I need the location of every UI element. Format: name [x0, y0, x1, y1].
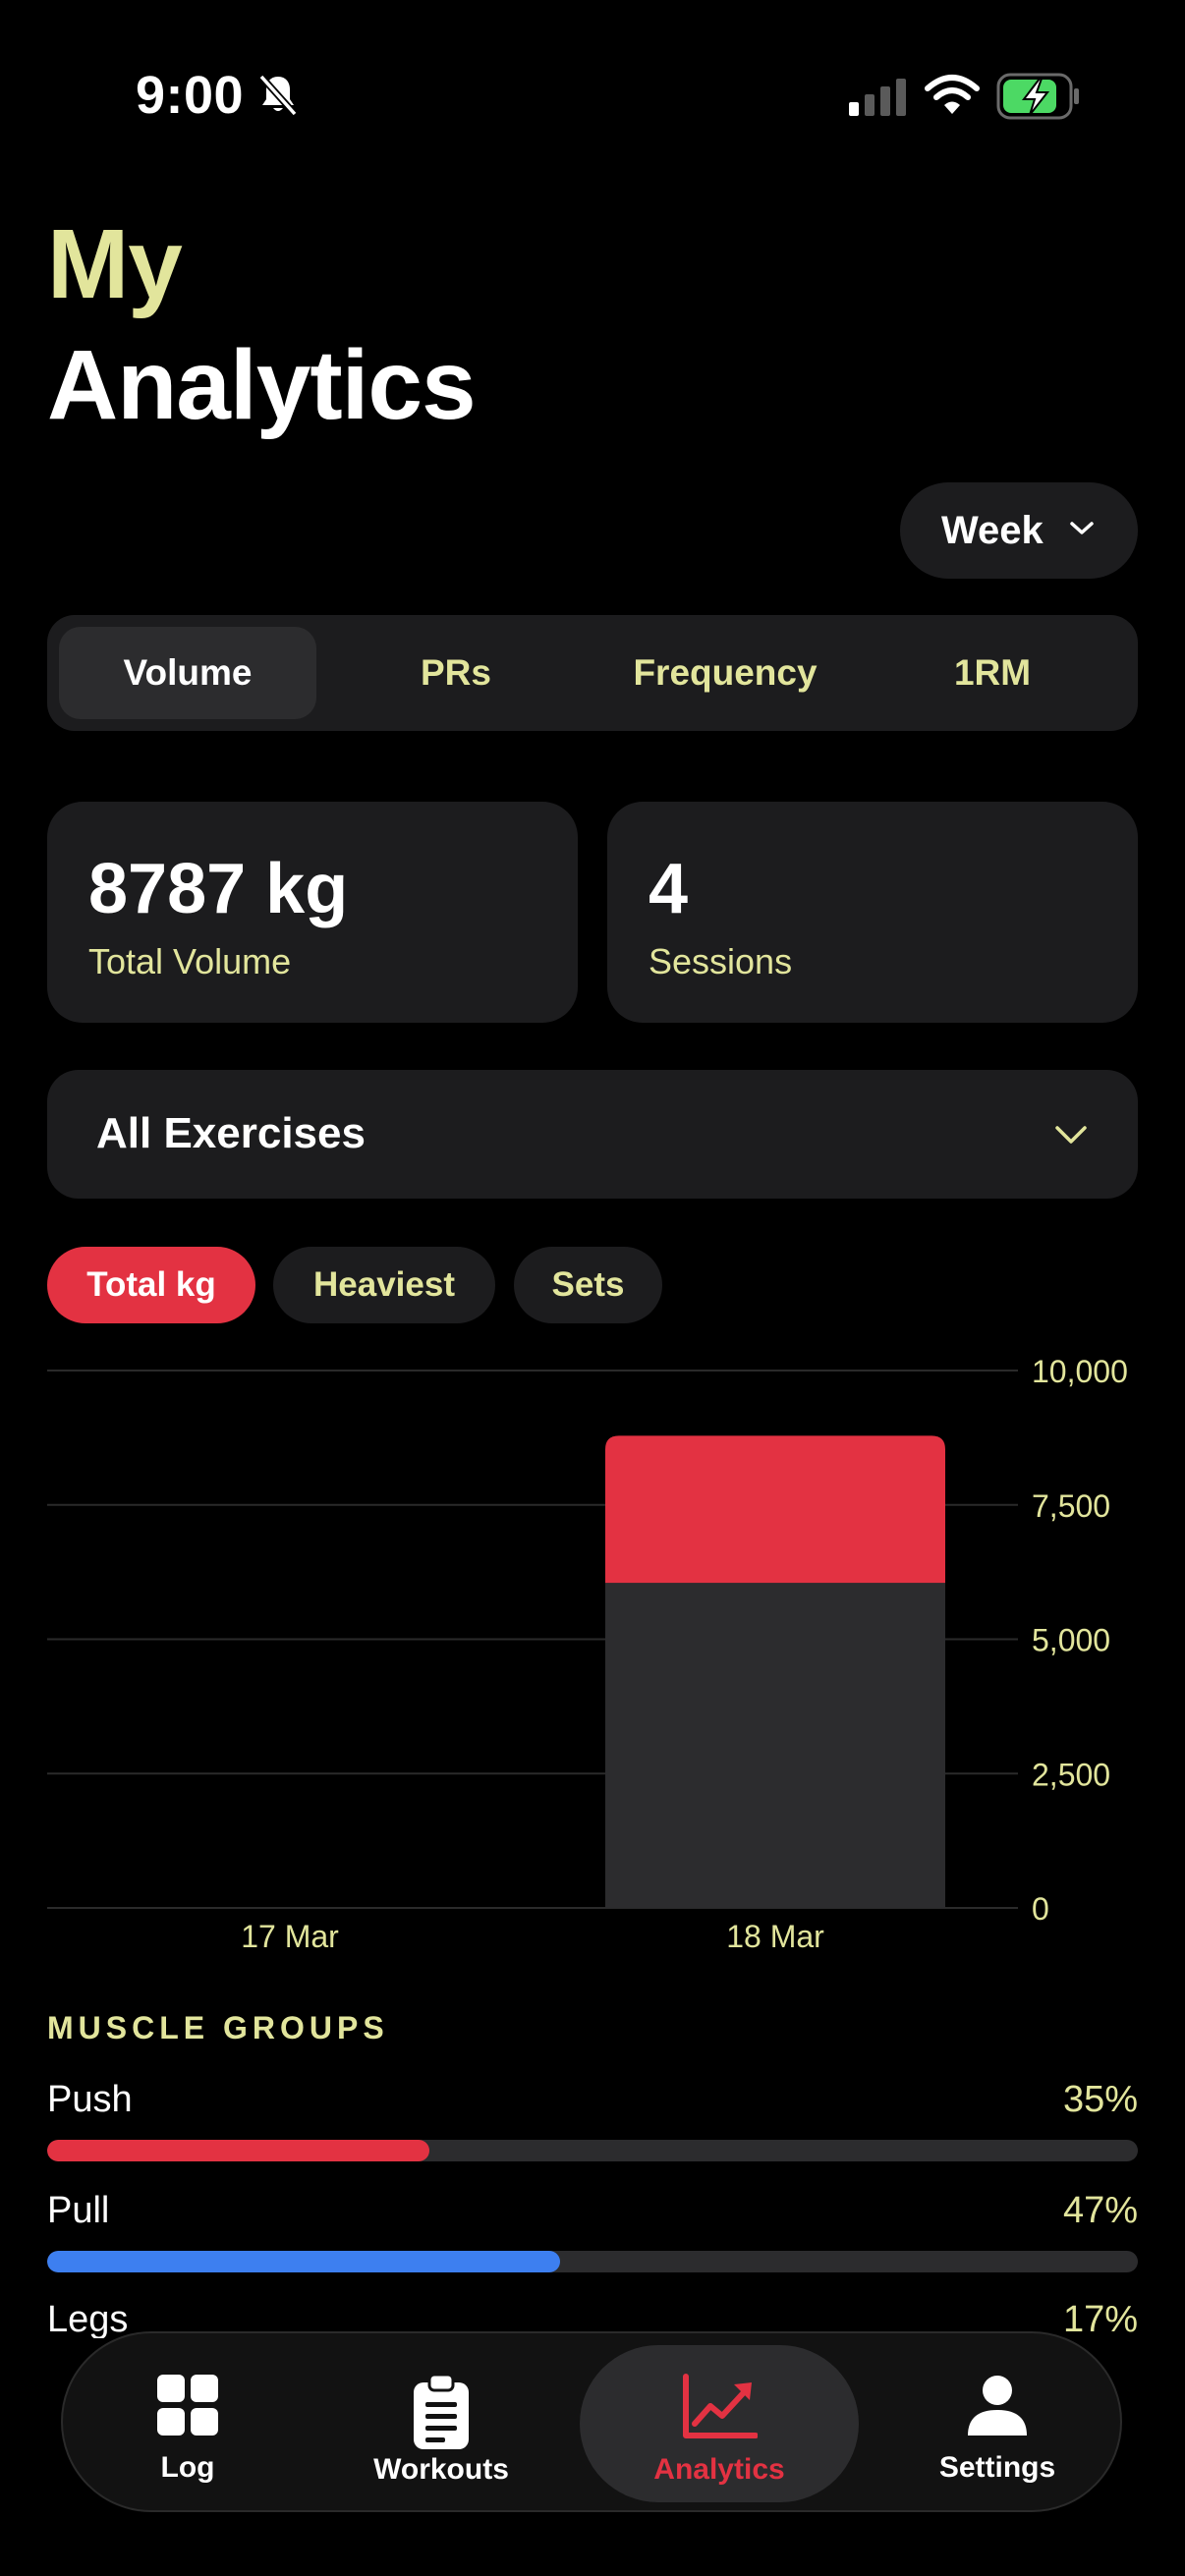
tab-bar-label: Log	[160, 2451, 215, 2484]
battery-charging-icon	[996, 73, 1079, 120]
muscle-group-name: Pull	[47, 2190, 110, 2231]
muscle-group-name: Push	[47, 2079, 133, 2120]
page-title-line1: My	[47, 209, 183, 319]
total-volume-caption: Total Volume	[88, 941, 292, 981]
chart-bar-segment	[605, 1583, 945, 1908]
page-title-line2: Analytics	[47, 330, 477, 440]
muscle-group-percent: 17%	[1062, 2299, 1138, 2340]
period-dropdown[interactable]: Week	[900, 482, 1138, 579]
muscle-group-bar-fill	[47, 2140, 429, 2161]
tab-frequency[interactable]: Frequency	[595, 627, 855, 719]
period-dropdown-label: Week	[941, 508, 1044, 552]
sessions-caption: Sessions	[649, 941, 793, 981]
chart-line-icon	[683, 2374, 758, 2438]
muscle-group-bar-track	[47, 2140, 1138, 2161]
chart-y-tick-label: 2,500	[1032, 1757, 1110, 1792]
wifi-icon	[925, 75, 980, 114]
bell-slash-icon	[258, 74, 298, 117]
tab-bar-label: Workouts	[373, 2453, 509, 2486]
chevron-down-icon	[1055, 1126, 1087, 1144]
bottom-tab-bar: Log Workouts Analytics Settings	[61, 2331, 1122, 2512]
chart-bar-segment	[605, 1435, 945, 1584]
muscle-groups-heading: MUSCLE GROUPS	[47, 2010, 389, 2045]
chart-y-tick-label: 5,000	[1032, 1623, 1110, 1658]
person-icon	[968, 2376, 1027, 2436]
chart-x-tick-label: 17 Mar	[241, 1919, 339, 1954]
chip-sets[interactable]: Sets	[514, 1247, 662, 1323]
exercise-filter-label: All Exercises	[96, 1109, 366, 1157]
tab-bar-settings[interactable]: Settings	[892, 2345, 1102, 2502]
chart-x-tick-label: 18 Mar	[726, 1919, 824, 1954]
chart-y-tick-label: 7,500	[1032, 1488, 1110, 1524]
tab-bar-log[interactable]: Log	[83, 2345, 293, 2502]
muscle-group-row: Push 35%	[47, 2079, 1138, 2167]
tab-bar-workouts[interactable]: Workouts	[336, 2345, 546, 2502]
tab-bar-analytics[interactable]: Analytics	[580, 2345, 859, 2502]
sessions-value: 4	[649, 850, 689, 928]
chart-y-tick-label: 0	[1032, 1891, 1049, 1927]
muscle-group-row: Pull 47%	[47, 2190, 1138, 2278]
chevron-down-icon	[1070, 522, 1094, 534]
sessions-card: 4 Sessions	[607, 802, 1138, 1023]
chart-y-tick-label: 10,000	[1032, 1354, 1128, 1389]
total-volume-card: 8787 kg Total Volume	[47, 802, 578, 1023]
muscle-group-percent: 47%	[1062, 2190, 1138, 2231]
status-bar: 9:00	[0, 0, 1185, 187]
muscle-group-bar-fill	[47, 2251, 560, 2272]
tab-bar-label: Analytics	[653, 2453, 785, 2486]
tab-prs[interactable]: PRs	[367, 627, 544, 719]
cellular-signal-icon	[849, 79, 906, 116]
volume-bar-chart: 10,000 7,500 5,000 2,500 0 17 Mar 18 Mar	[47, 1354, 1128, 1954]
chip-total-kg[interactable]: Total kg	[47, 1247, 255, 1323]
status-time: 9:00	[136, 66, 245, 125]
tab-1rm[interactable]: 1RM	[904, 627, 1081, 719]
grid-icon	[157, 2375, 218, 2436]
exercise-filter-dropdown[interactable]: All Exercises	[47, 1070, 1138, 1199]
muscle-group-name: Legs	[47, 2299, 129, 2340]
muscle-group-percent: 35%	[1062, 2079, 1138, 2120]
tab-volume[interactable]: Volume	[59, 627, 316, 719]
total-volume-value: 8787 kg	[88, 850, 349, 928]
chip-heaviest[interactable]: Heaviest	[273, 1247, 495, 1323]
clipboard-icon	[414, 2373, 469, 2449]
muscle-group-bar-track	[47, 2251, 1138, 2272]
tab-bar-label: Settings	[938, 2451, 1056, 2484]
analytics-tabs: Volume PRs Frequency 1RM	[47, 615, 1138, 731]
